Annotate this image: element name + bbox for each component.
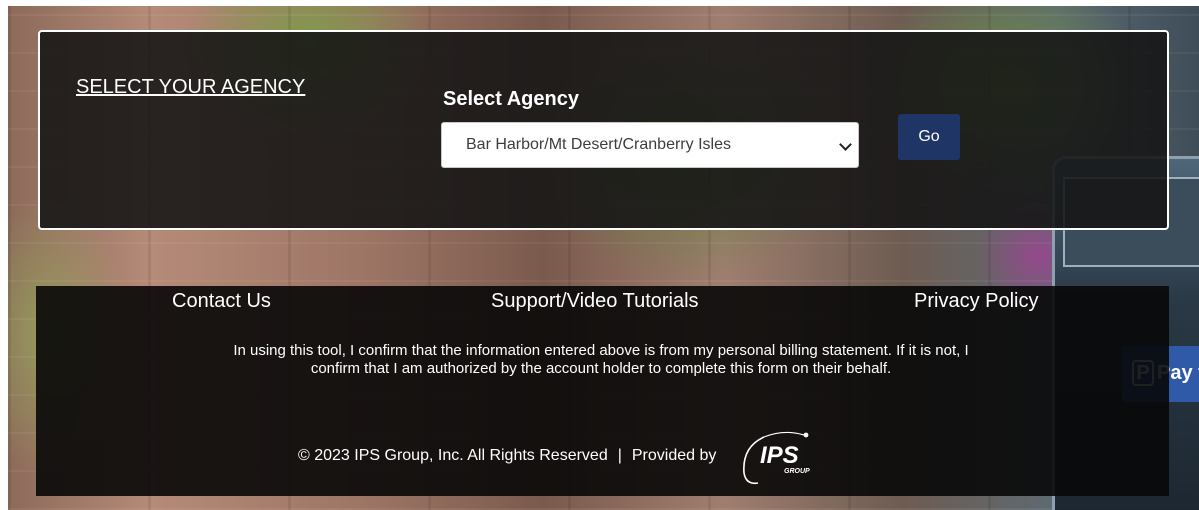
chevron-down-icon <box>839 138 852 151</box>
disclaimer-text: In using this tool, I confirm that the i… <box>233 342 969 377</box>
agency-select-value: Bar Harbor/Mt Desert/Cranberry Isles <box>466 136 731 153</box>
privacy-policy-link[interactable]: Privacy Policy <box>914 290 1038 313</box>
copyright-text: © 2023 IPS Group, Inc. All Rights Reserv… <box>298 447 608 464</box>
select-agency-label: Select Agency <box>443 88 579 110</box>
ips-logo-subtext: GROUP <box>784 468 810 475</box>
provided-by-text: Provided by <box>631 447 717 464</box>
ips-logo-text: IPS <box>760 442 799 469</box>
footer: Contact Us Support/Video Tutorials Priva… <box>36 286 1169 496</box>
agency-select[interactable]: Bar Harbor/Mt Desert/Cranberry Isles <box>441 122 859 168</box>
copyright-row: © 2023 IPS Group, Inc. All Rights Reserv… <box>298 431 828 485</box>
select-agency-heading[interactable]: SELECT YOUR AGENCY <box>76 76 305 99</box>
contact-us-link[interactable]: Contact Us <box>172 290 271 313</box>
support-video-tutorials-link[interactable]: Support/Video Tutorials <box>491 290 699 313</box>
go-button[interactable]: Go <box>898 114 960 160</box>
separator: | <box>617 447 622 464</box>
agency-panel: SELECT YOUR AGENCY Select Agency Bar Har… <box>38 30 1169 230</box>
ips-group-logo: IPS GROUP <box>743 431 810 485</box>
